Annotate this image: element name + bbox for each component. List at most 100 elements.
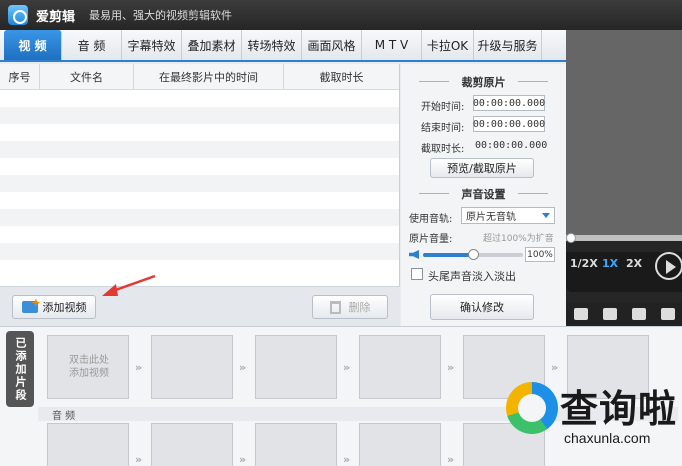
save-icon[interactable] xyxy=(631,308,646,320)
timeline-clip-slot[interactable]: 双击此处 添加视频 xyxy=(47,335,129,399)
volume-hint: 超过100%为扩音 xyxy=(483,234,554,244)
col-timeline-position: 在最终影片中的时间 xyxy=(134,64,284,89)
table-row[interactable] xyxy=(0,158,399,175)
volume-label: 原片音量: xyxy=(409,234,453,245)
table-row[interactable] xyxy=(0,260,399,277)
app-title: 爱剪辑 xyxy=(36,9,76,25)
table-row[interactable] xyxy=(0,124,399,141)
volume-slider[interactable] xyxy=(423,249,523,260)
cut-section-title: 裁剪原片 xyxy=(461,76,506,89)
arrow-icon: » xyxy=(135,361,142,374)
tab-video[interactable]: 视 频 xyxy=(4,30,62,60)
tab-mtv[interactable]: M T V xyxy=(362,30,422,60)
duration-value: 00:00:00.000 xyxy=(475,140,548,151)
add-video-button[interactable]: 添加视频 xyxy=(12,295,96,319)
audio-clip-slot[interactable] xyxy=(151,423,233,466)
playback-progress-track[interactable] xyxy=(566,235,682,241)
duration-label: 截取时长: xyxy=(421,144,465,155)
audio-track-select[interactable]: 原片无音轨 xyxy=(461,207,555,224)
watermark: 查询啦 chaxunla.com xyxy=(500,374,682,466)
arrow-icon: » xyxy=(343,361,350,374)
chevron-down-icon xyxy=(542,213,550,218)
add-video-label: 添加视频 xyxy=(42,301,87,314)
divider xyxy=(518,193,548,194)
player-toolbar xyxy=(566,302,682,326)
playback-progress-knob[interactable] xyxy=(566,233,576,243)
watermark-logo-icon xyxy=(506,382,558,434)
delete-button[interactable]: 删除 xyxy=(312,295,388,319)
app-tagline: 最易用、强大的视频剪辑软件 xyxy=(89,9,233,22)
new-project-icon[interactable] xyxy=(573,308,588,320)
clip-settings-panel: 裁剪原片 开始时间: 00:00:00.000 结束时间: 00:00:00.0… xyxy=(401,64,566,326)
audio-track-value: 原片无音轨 xyxy=(466,212,516,223)
col-filename: 文件名 xyxy=(40,64,134,89)
speed-1x-button[interactable]: 1X xyxy=(602,257,618,270)
audio-clip-slot[interactable] xyxy=(359,423,441,466)
table-row[interactable] xyxy=(0,243,399,260)
speaker-icon xyxy=(409,250,419,259)
red-arrow-annotation xyxy=(102,274,156,296)
start-time-input[interactable]: 00:00:00.000 xyxy=(473,95,545,111)
help-icon[interactable] xyxy=(660,308,675,320)
end-time-input[interactable]: 00:00:00.000 xyxy=(473,116,545,132)
video-preview-player: 1/2X 1X 2X xyxy=(566,30,682,326)
volume-percent-input[interactable]: 100% xyxy=(525,247,555,262)
added-clips-tab[interactable]: 已添加片段 xyxy=(6,331,34,407)
tab-overlay-materials[interactable]: 叠加素材 xyxy=(182,30,242,60)
tab-upgrade-service[interactable]: 升级与服务 xyxy=(474,30,542,60)
table-body xyxy=(0,90,399,277)
app-logo-icon xyxy=(8,5,28,25)
add-film-icon xyxy=(21,296,41,313)
fade-checkbox[interactable] xyxy=(411,268,423,280)
audio-clip-slot[interactable] xyxy=(47,423,129,466)
speed-2x-button[interactable]: 2X xyxy=(626,257,642,270)
table-row[interactable] xyxy=(0,175,399,192)
table-row[interactable] xyxy=(0,192,399,209)
tab-karaoke[interactable]: 卡拉OK xyxy=(422,30,474,60)
video-file-table: 序号 文件名 在最终影片中的时间 截取时长 xyxy=(0,64,400,286)
start-time-label: 开始时间: xyxy=(421,102,465,113)
end-time-label: 结束时间: xyxy=(421,123,465,134)
arrow-icon: » xyxy=(135,453,142,466)
table-row[interactable] xyxy=(0,226,399,243)
table-row[interactable] xyxy=(0,90,399,107)
delete-label: 删除 xyxy=(348,301,371,314)
col-clip-duration: 截取时长 xyxy=(319,70,364,84)
fade-label: 头尾声音淡入淡出 xyxy=(428,270,516,283)
play-icon[interactable] xyxy=(655,252,682,280)
audio-clip-slot[interactable] xyxy=(255,423,337,466)
title-bar: 爱剪辑 最易用、强大的视频剪辑软件 xyxy=(0,0,682,30)
watermark-text-cn: 查询啦 xyxy=(560,387,678,431)
volume-slider-fill xyxy=(423,253,473,257)
speed-half-button[interactable]: 1/2X xyxy=(570,257,598,270)
volume-slider-knob[interactable] xyxy=(468,249,479,260)
table-toolbar: 添加视频 删除 xyxy=(0,286,400,326)
sound-section-title: 声音设置 xyxy=(461,188,506,201)
arrow-icon: » xyxy=(447,453,454,466)
timeline-clip-slot[interactable] xyxy=(359,335,441,399)
add-video-placeholder: 双击此处 添加视频 xyxy=(69,355,109,379)
table-row[interactable] xyxy=(0,107,399,124)
tab-picture-style[interactable]: 画面风格 xyxy=(302,30,362,60)
tab-audio[interactable]: 音 频 xyxy=(62,30,122,60)
preview-cut-button[interactable]: 预览/截取原片 xyxy=(430,158,534,178)
arrow-icon: » xyxy=(551,361,558,374)
tab-transition-effects[interactable]: 转场特效 xyxy=(242,30,302,60)
open-folder-icon[interactable] xyxy=(602,308,617,320)
preview-screen[interactable] xyxy=(566,30,682,235)
watermark-text-en: chaxunla.com xyxy=(564,430,651,446)
arrow-icon: » xyxy=(343,453,350,466)
tab-subtitle-effects[interactable]: 字幕特效 xyxy=(122,30,182,60)
table-row[interactable] xyxy=(0,209,399,226)
timeline-clip-slot[interactable] xyxy=(151,335,233,399)
table-header: 序号 文件名 在最终影片中的时间 截取时长 xyxy=(0,64,399,90)
divider xyxy=(518,81,548,82)
trash-icon xyxy=(329,300,341,314)
audio-track-label: 使用音轨: xyxy=(409,214,453,225)
table-row[interactable] xyxy=(0,141,399,158)
confirm-changes-button[interactable]: 确认修改 xyxy=(430,294,534,320)
arrow-icon: » xyxy=(239,453,246,466)
arrow-icon: » xyxy=(239,361,246,374)
col-index: 序号 xyxy=(0,64,40,89)
timeline-clip-slot[interactable] xyxy=(255,335,337,399)
